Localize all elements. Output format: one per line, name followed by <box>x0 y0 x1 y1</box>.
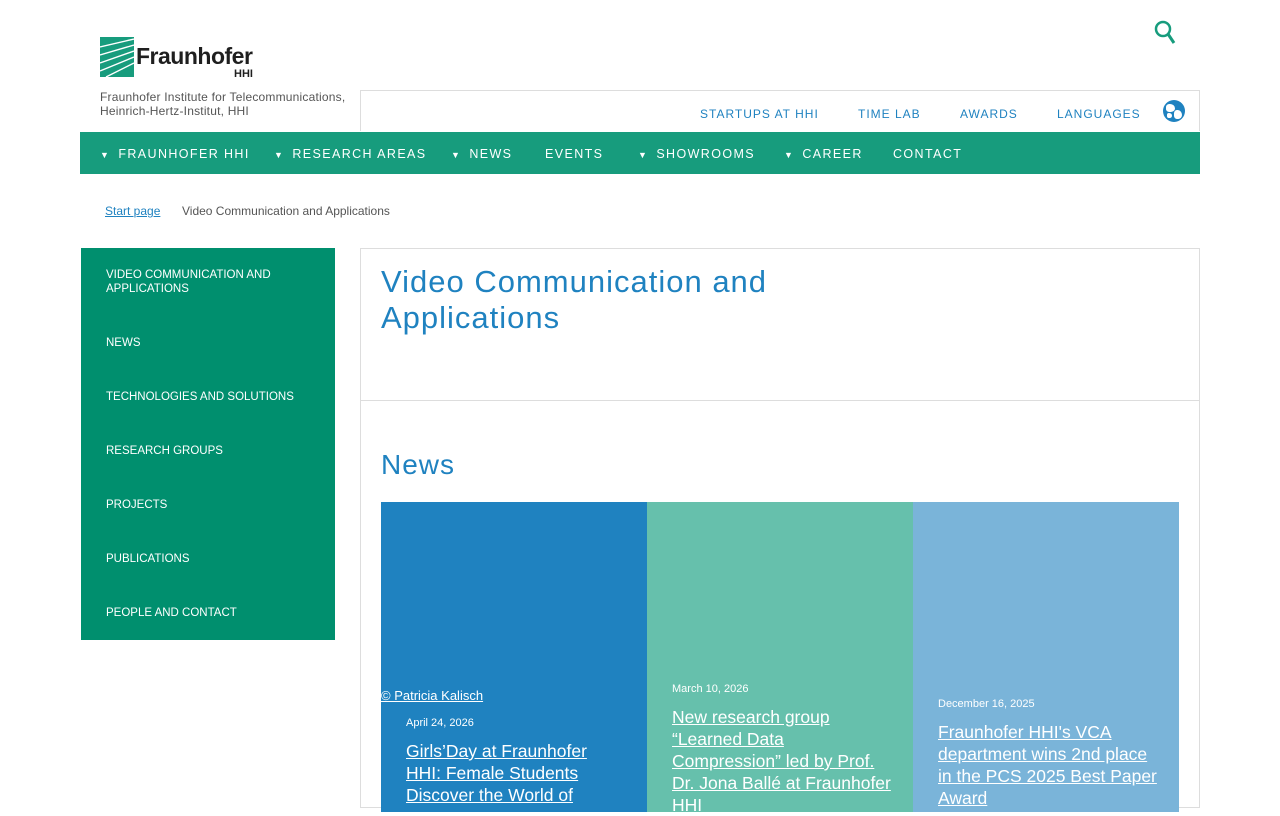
institute-line-2: Heinrich-Hertz-Institut, HHI <box>100 104 249 118</box>
news-card-3[interactable]: December 16, 2025 Fraunhofer HHI's VCA d… <box>913 502 1179 812</box>
nav-item-events[interactable]: EVENTS <box>545 147 603 161</box>
news-card-1[interactable]: © Patricia Kalisch April 24, 2026 Girls’… <box>381 502 647 812</box>
nav-label: RESEARCH AREAS <box>292 147 427 161</box>
chevron-down-icon: ▼ <box>638 150 649 160</box>
nav-label: FRAUNHOFER HHI <box>118 147 250 161</box>
news-date: December 16, 2025 <box>938 698 1035 710</box>
news-card-2[interactable]: March 10, 2026 New research group “Learn… <box>647 502 913 815</box>
sidebar-item-projects[interactable]: PROJECTS <box>106 498 316 512</box>
nav-label: SHOWROOMS <box>656 147 756 161</box>
sidebar-item-news[interactable]: NEWS <box>106 336 316 350</box>
sidebar-navigation: VIDEO COMMUNICATION AND APPLICATIONS NEW… <box>81 248 335 640</box>
chevron-down-icon: ▼ <box>784 150 795 160</box>
service-links-bar: STARTUPS AT HHI TIME LAB AWARDS LANGUAGE… <box>680 90 1200 131</box>
page-title: Video Communication and Applications <box>381 264 768 335</box>
link-languages[interactable]: LANGUAGES <box>1057 107 1141 121</box>
sidebar-item-publications[interactable]: PUBLICATIONS <box>106 552 316 566</box>
link-startups[interactable]: STARTUPS AT HHI <box>700 107 819 121</box>
breadcrumb-start-link[interactable]: Start page <box>105 204 160 218</box>
nav-item-career[interactable]: ▼ CAREER <box>784 147 863 161</box>
link-time-lab[interactable]: TIME LAB <box>858 107 921 121</box>
nav-item-fraunhofer-hhi[interactable]: ▼ FRAUNHOFER HHI <box>100 147 250 161</box>
nav-item-contact[interactable]: CONTACT <box>893 147 962 161</box>
link-awards[interactable]: AWARDS <box>960 107 1018 121</box>
sidebar-item-technologies[interactable]: TECHNOLOGIES AND SOLUTIONS <box>106 390 316 404</box>
logo-wordmark: Fraunhofer <box>136 43 253 69</box>
news-date: April 24, 2026 <box>406 717 474 729</box>
news-title-link[interactable]: Girls’Day at Fraunhofer HHI: Female Stud… <box>406 740 626 806</box>
chevron-down-icon: ▼ <box>100 150 111 160</box>
globe-icon[interactable] <box>1163 100 1185 122</box>
nav-label: NEWS <box>469 147 513 161</box>
nav-item-showrooms[interactable]: ▼ SHOWROOMS <box>638 147 755 161</box>
news-heading: News <box>381 449 456 480</box>
nav-item-news[interactable]: ▼ NEWS <box>451 147 512 161</box>
sidebar-item-video-communication[interactable]: VIDEO COMMUNICATION AND APPLICATIONS <box>106 268 316 296</box>
news-title-link[interactable]: Fraunhofer HHI's VCA department wins 2nd… <box>938 721 1158 809</box>
logo-sub: HHI <box>234 68 253 80</box>
section-divider <box>361 400 1199 401</box>
logo-mark-icon <box>99 37 135 78</box>
sidebar-item-research-groups[interactable]: RESEARCH GROUPS <box>106 444 316 458</box>
image-copyright[interactable]: © Patricia Kalisch <box>381 688 483 703</box>
fraunhofer-logo[interactable]: Fraunhofer HHI <box>99 37 260 81</box>
search-icon[interactable] <box>1154 20 1176 53</box>
nav-label: CAREER <box>802 147 863 161</box>
chevron-down-icon: ▼ <box>451 150 462 160</box>
main-navigation: ▼ FRAUNHOFER HHI ▼ RESEARCH AREAS ▼ NEWS EV… <box>80 132 1200 174</box>
nav-label: EVENTS <box>545 147 604 161</box>
header-search-area[interactable] <box>360 90 680 131</box>
institute-line-1: Fraunhofer Institute for Telecommunicati… <box>100 90 346 104</box>
chevron-down-icon: ▼ <box>274 150 285 160</box>
nav-item-research-areas[interactable]: ▼ RESEARCH AREAS <box>274 147 427 161</box>
breadcrumb-current: Video Communication and Applications <box>182 204 390 218</box>
institute-name: Fraunhofer Institute for Telecommunicati… <box>100 90 345 118</box>
sidebar-item-people-contact[interactable]: PEOPLE AND CONTACT <box>106 606 316 620</box>
main-content: Video Communication and Applications New… <box>360 248 1200 815</box>
news-date: March 10, 2026 <box>672 683 749 695</box>
nav-label: CONTACT <box>893 147 963 161</box>
